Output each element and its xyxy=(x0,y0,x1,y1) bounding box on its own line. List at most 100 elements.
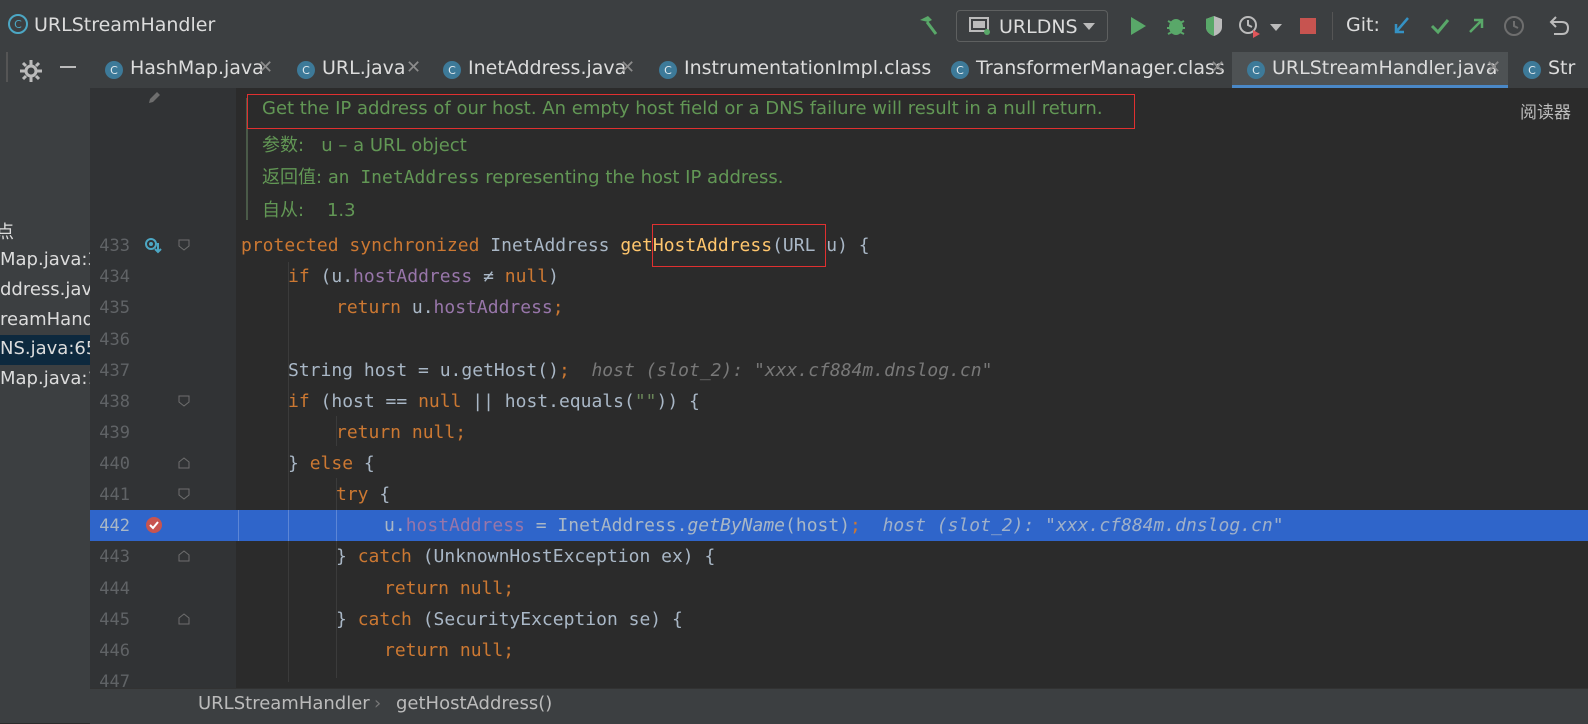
tab-label: URLStreamHandler.java xyxy=(1272,57,1498,79)
coverage-shield-icon[interactable] xyxy=(1200,12,1228,40)
git-update-arrow-icon[interactable] xyxy=(1388,12,1416,40)
tab-url[interactable]: C URL.java ✕ xyxy=(282,52,428,88)
implements-method-icon[interactable] xyxy=(144,237,162,255)
breadcrumb-class[interactable]: URLStreamHandler xyxy=(198,693,370,714)
line-number: 436 xyxy=(99,330,130,350)
close-icon[interactable]: ✕ xyxy=(258,57,273,78)
panel-divider xyxy=(6,52,8,82)
svg-text:C: C xyxy=(448,64,456,77)
rollback-undo-icon[interactable] xyxy=(1544,12,1572,40)
edit-pencil-icon[interactable] xyxy=(146,90,162,106)
frame-label: Map.java:33 xyxy=(0,249,90,270)
frame-label: ddress.java xyxy=(0,279,90,300)
code-line[interactable]: 438 if (host == null || host.equals(""))… xyxy=(90,386,1588,417)
close-icon[interactable]: ✕ xyxy=(620,57,635,78)
tab-overflow[interactable]: C Str xyxy=(1508,52,1588,88)
code-text: if (host == null || host.equals("")) { xyxy=(288,391,700,412)
run-icon[interactable] xyxy=(1124,12,1152,40)
breadcrumb-separator: › xyxy=(374,693,382,714)
chevron-down-icon xyxy=(1083,23,1095,30)
tab-inetaddress[interactable]: C InetAddress.java ✕ xyxy=(428,52,644,88)
code-line[interactable]: 446 return null; xyxy=(90,635,1588,666)
reader-mode-toggle[interactable]: 阅读器 xyxy=(1520,98,1571,123)
git-commit-check-icon[interactable] xyxy=(1426,12,1454,40)
fold-marker-icon[interactable] xyxy=(178,488,190,500)
frame-list-item[interactable]: 点 xyxy=(0,215,90,245)
code-editor[interactable]: Get the IP address of our host. An empty… xyxy=(90,88,1588,688)
code-text: try { xyxy=(336,484,391,505)
run-configuration-selector[interactable]: URLDNS xyxy=(956,10,1108,42)
code-line[interactable]: 439 return null; xyxy=(90,417,1588,448)
frame-label: reamHand xyxy=(0,309,90,330)
code-line[interactable]: 447 xyxy=(90,666,1588,688)
gear-icon[interactable] xyxy=(18,58,44,84)
code-line[interactable]: 445 } catch (SecurityException se) { xyxy=(90,604,1588,635)
line-number: 445 xyxy=(99,610,130,630)
class-icon: C xyxy=(1247,61,1265,79)
code-line[interactable]: 435 return u.hostAddress; xyxy=(90,292,1588,323)
tab-hashmap[interactable]: C HashMap.java ✕ xyxy=(90,52,282,88)
debug-bug-icon[interactable] xyxy=(1162,12,1190,40)
class-icon: C xyxy=(8,14,28,34)
code-line-current-execution[interactable]: 442 u.hostAddress = InetAddress.getByNam… xyxy=(90,510,1588,541)
tab-instrumentationimpl[interactable]: C InstrumentationImpl.class xyxy=(644,52,936,88)
tab-transformermanager[interactable]: C TransformerManager.class ✕ xyxy=(936,52,1232,88)
fold-marker-icon[interactable] xyxy=(178,613,190,625)
code-line[interactable]: 443 } catch (UnknownHostException ex) { xyxy=(90,541,1588,572)
close-icon[interactable]: ✕ xyxy=(406,57,421,78)
code-text: u.hostAddress = InetAddress.getByName(ho… xyxy=(384,515,1284,536)
code-text: return null; xyxy=(384,578,515,599)
breadcrumb-method[interactable]: getHostAddress() xyxy=(396,693,552,714)
class-icon: C xyxy=(443,61,461,79)
code-text: if (u.hostAddress ≠ null) xyxy=(288,266,559,287)
close-icon[interactable]: ✕ xyxy=(1486,57,1501,78)
svg-text:C: C xyxy=(956,64,964,77)
line-number: 440 xyxy=(99,454,130,474)
code-line[interactable]: 440 } else { xyxy=(90,448,1588,479)
run-configuration-label: URLDNS xyxy=(999,16,1078,38)
class-icon: C xyxy=(1523,61,1541,79)
fold-marker-icon[interactable] xyxy=(178,550,190,562)
code-line[interactable]: 436 xyxy=(90,324,1588,355)
git-label: Git: xyxy=(1346,14,1380,36)
code-line[interactable]: 437 String host = u.getHost(); host (slo… xyxy=(90,355,1588,386)
history-clock-icon[interactable] xyxy=(1500,12,1528,40)
code-text: String host = u.getHost(); host (slot_2)… xyxy=(288,360,993,381)
code-line[interactable]: 433 protected synchronized InetAddress g… xyxy=(90,230,1588,261)
tab-label: URL.java xyxy=(322,57,406,79)
build-hammer-icon[interactable] xyxy=(914,12,942,40)
debug-frames-panel: 点 Map.java:33 ddress.java reamHand NS.ja… xyxy=(0,52,91,723)
code-line[interactable]: 441 try { xyxy=(90,479,1588,510)
doc-return-label: 返回值: xyxy=(262,167,323,188)
code-line[interactable]: 444 return null; xyxy=(90,573,1588,604)
line-number: 439 xyxy=(99,423,130,443)
line-number: 446 xyxy=(99,641,130,661)
more-actions-chevron-icon[interactable] xyxy=(1270,24,1282,31)
tab-urlstreamhandler[interactable]: C URLStreamHandler.java ✕ xyxy=(1232,52,1508,88)
git-push-arrow-icon[interactable] xyxy=(1462,12,1490,40)
inline-debug-value: host (slot_2): "xxx.cf884m.dnslog.cn" xyxy=(882,515,1284,536)
frame-list-item[interactable]: reamHand xyxy=(0,306,90,336)
stop-icon[interactable] xyxy=(1294,12,1322,40)
fold-marker-icon[interactable] xyxy=(178,395,190,407)
frame-list-item[interactable]: Map.java:33 xyxy=(0,246,90,276)
code-line[interactable]: 434 if (u.hostAddress ≠ null) xyxy=(90,261,1588,292)
line-number: 443 xyxy=(99,547,130,567)
fold-marker-icon[interactable] xyxy=(178,457,190,469)
frame-list-item[interactable]: ddress.java xyxy=(0,276,90,306)
line-number: 441 xyxy=(99,485,130,505)
doc-summary: Get the IP address of our host. An empty… xyxy=(262,98,1103,119)
class-icon: C xyxy=(659,61,677,79)
code-text: return null; xyxy=(336,422,467,443)
class-icon: C xyxy=(951,61,969,79)
line-number: 434 xyxy=(99,267,130,287)
breakpoint-icon[interactable] xyxy=(144,515,164,535)
minimize-icon[interactable] xyxy=(60,66,76,68)
close-icon[interactable]: ✕ xyxy=(1210,57,1225,78)
profiler-icon[interactable] xyxy=(1236,12,1264,40)
fold-marker-icon[interactable] xyxy=(178,239,190,251)
frame-list-item[interactable]: Map.java:14 xyxy=(0,365,90,395)
code-text: } catch (SecurityException se) { xyxy=(336,609,683,630)
frame-list-item-selected[interactable]: NS.java:65 xyxy=(0,335,90,365)
doc-param-value: u – a URL object xyxy=(321,135,467,156)
